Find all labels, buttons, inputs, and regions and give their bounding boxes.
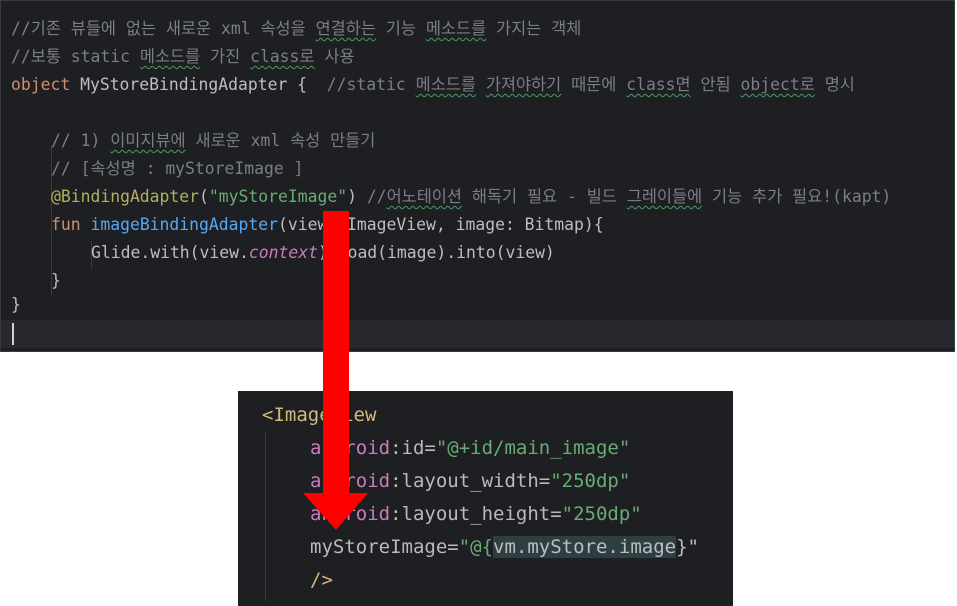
screenshot-stage: //기존 뷰들에 없는 새로운 xml 속성을 연결하는 기능 메소드를 가지는… — [0, 0, 957, 606]
code-line-11: } — [11, 295, 21, 314]
xml-line-close-tag: /> — [310, 569, 333, 591]
indent-guide — [265, 431, 266, 601]
xml-editor[interactable]: <ImageView android:id="@+id/main_image" … — [238, 391, 733, 606]
xml-line-id: android:id="@+id/main_image" — [310, 437, 631, 459]
code-line-2: //보통 static 메소드를 가진 class로 사용 — [11, 47, 355, 66]
code-line-5: // 1) 이미지뷰에 새로운 xml 속성 만들기 — [51, 131, 376, 150]
code-line-1: //기존 뷰들에 없는 새로운 xml 속성을 연결하는 기능 메소드를 가지는… — [11, 19, 582, 38]
current-line-highlight — [1, 320, 954, 348]
code-line-10: } — [51, 271, 61, 290]
xml-line-width: android:layout_width="250dp" — [310, 470, 631, 492]
code-line-6: // [속성명 : myStoreImage ] — [51, 159, 304, 178]
kotlin-editor[interactable]: //기존 뷰들에 없는 새로운 xml 속성을 연결하는 기능 메소드를 가지는… — [0, 0, 955, 352]
xml-line-custom-attr: myStoreImage="@{vm.myStore.image}" — [310, 536, 699, 558]
code-line-9: Glide.with(view.context).load(image).int… — [91, 243, 555, 262]
xml-line-height: android:layout_height="250dp" — [310, 503, 642, 525]
code-line-8: fun imageBindingAdapter(view: ImageView,… — [51, 215, 604, 234]
code-line-3: object MyStoreBindingAdapter { //static … — [11, 75, 855, 94]
xml-line-open-tag: <ImageView — [262, 404, 377, 426]
code-line-7: @BindingAdapter("myStoreImage") //어노테이션 … — [51, 187, 892, 206]
text-caret — [12, 323, 14, 345]
